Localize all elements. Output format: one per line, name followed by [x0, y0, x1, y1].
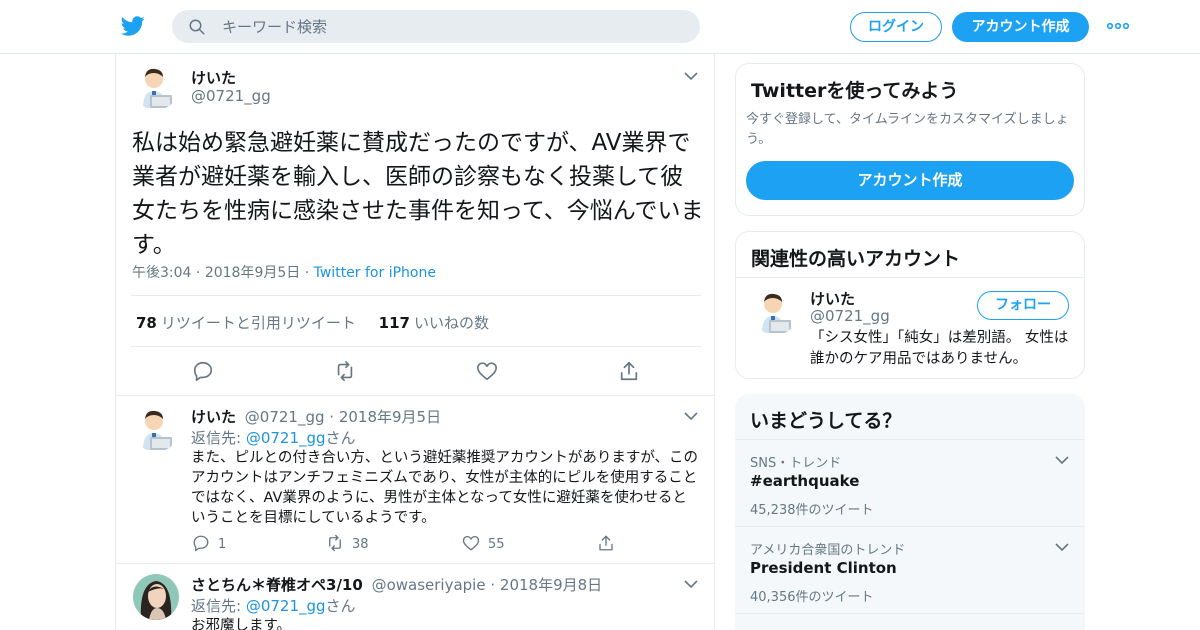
trend-tweet-count: 45,238件のツイート — [750, 503, 874, 518]
avatar[interactable] — [133, 574, 179, 620]
retweet-icon[interactable] — [334, 360, 356, 382]
reply-date[interactable]: 2018年9月8日 — [500, 576, 602, 594]
related-accounts-title: 関連性の高いアカウント — [751, 248, 961, 270]
separator: · — [304, 265, 314, 281]
signup-button[interactable]: アカウント作成 — [952, 12, 1089, 42]
retweet-count: 38 — [352, 537, 369, 552]
like-count: 117 — [378, 314, 410, 332]
share-icon — [599, 535, 613, 551]
search-bar — [172, 10, 700, 43]
reply-text: また、ピルとの付き合い方、という避妊薬推奨アカウントがありますが、このアカウント… — [191, 450, 699, 526]
signup-card-title: Twitterを使ってみよう — [751, 80, 959, 102]
reply-text: お邪魔します。 — [191, 618, 292, 630]
retweet-icon — [329, 534, 341, 552]
reply-action[interactable]: 1 — [192, 534, 226, 552]
more-options-icon[interactable] — [1106, 18, 1130, 34]
twitter-bird-icon[interactable] — [120, 14, 146, 38]
like-stat-label: いいねの数 — [413, 314, 489, 332]
tweet-time: 午後3:04 — [132, 265, 192, 281]
tweet-text: 私は始め緊急避妊薬に賛成だったのですが、AV業界で業者が避妊薬を輸入し、医師の診… — [132, 130, 704, 258]
avatar-illustration — [752, 289, 798, 335]
trend-name: #earthquake — [750, 472, 860, 490]
reply-to-line: 返信先: @0721_ggさん — [191, 427, 356, 448]
like-heart-icon[interactable] — [476, 360, 498, 382]
follow-button[interactable]: フォロー — [977, 291, 1069, 320]
search-icon — [189, 19, 205, 35]
reply-icon[interactable] — [192, 360, 214, 382]
signup-card-button[interactable]: アカウント作成 — [746, 161, 1074, 200]
tweet-meta: 午後3:04 · 2018年9月5日 · Twitter for iPhone — [132, 262, 436, 282]
divider — [116, 563, 714, 564]
trends-title: いまどうしてる？ — [750, 410, 902, 432]
trend-item[interactable]: SNS・トレンド #earthquake 45,238件のツイート — [735, 439, 1085, 526]
reply-header: さとちん＊脊椎オペ3/10 @owaseriyapie · 2018年9月8日 — [191, 574, 602, 595]
trend-tweet-count: 40,356件のツイート — [750, 590, 874, 605]
account-name[interactable]: けいた — [810, 288, 855, 309]
reply-author-handle[interactable]: @owaseriyapie — [372, 576, 486, 594]
like-action[interactable]: 55 — [462, 534, 505, 552]
divider — [131, 295, 701, 296]
chevron-down-icon[interactable] — [1055, 455, 1069, 465]
divider — [736, 277, 1084, 278]
divider — [131, 346, 701, 347]
reply-author-name[interactable]: けいた — [191, 408, 236, 426]
separator: · — [490, 576, 500, 594]
chevron-down-icon[interactable] — [684, 579, 698, 589]
account-handle[interactable]: @0721_gg — [810, 307, 890, 325]
account-bio: 「シス女性」「純女」は差別語。 女性は誰かのケア用品ではありません。 — [810, 330, 1069, 367]
reply-to-prefix: 返信先: — [191, 429, 246, 447]
avatar-illustration — [133, 574, 179, 620]
like-count: 55 — [488, 537, 505, 552]
reply-to-handle[interactable]: @0721_gg — [246, 429, 326, 447]
related-accounts-card: 関連性の高いアカウント けいた @0721_gg フォロー 「シス女性」「純女」… — [735, 231, 1085, 379]
divider — [116, 395, 714, 396]
signup-card: Twitterを使ってみよう 今すぐ登録して、タイムラインをカスタマイズしましょ… — [735, 63, 1085, 216]
signup-card-description: 今すぐ登録して、タイムラインをカスタマイズしましょう。 — [746, 112, 1069, 147]
top-bar: ログイン アカウント作成 — [0, 0, 1200, 54]
tweet-date: 2018年9月5日 — [204, 265, 301, 281]
trend-item[interactable]: アメリカ合衆国のトレンド President Clinton 40,356件のツ… — [735, 526, 1085, 613]
like-heart-icon — [462, 535, 480, 551]
login-button[interactable]: ログイン — [850, 12, 942, 42]
share-action[interactable] — [597, 534, 623, 552]
search-input[interactable] — [222, 10, 682, 43]
reply-header: けいた @0721_gg · 2018年9月5日 — [191, 406, 441, 427]
avatar-illustration — [133, 406, 179, 452]
reply-icon — [193, 535, 209, 552]
main-timeline: けいた @0721_gg 私は始め緊急避妊薬に賛成だったのですが、AV業界で業者… — [115, 54, 715, 630]
retweet-stat-label: リツイートと引用リツイート — [160, 314, 356, 332]
tweet-author-name[interactable]: けいた — [191, 67, 236, 88]
avatar[interactable] — [133, 406, 179, 452]
tweet-author-handle[interactable]: @0721_gg — [191, 87, 271, 105]
chevron-down-icon[interactable] — [684, 71, 698, 81]
trend-context: SNS・トレンド — [750, 456, 842, 471]
chevron-down-icon[interactable] — [684, 411, 698, 421]
reply-to-line: 返信先: @0721_ggさん — [191, 595, 356, 616]
reply-to-suffix: さん — [325, 429, 356, 447]
separator: · — [329, 408, 339, 426]
share-icon[interactable] — [618, 360, 640, 382]
tweet-stats: 78 リツイートと引用リツイート 117 いいねの数 — [136, 312, 489, 333]
reply-to-handle[interactable]: @0721_gg — [246, 597, 326, 615]
reply-to-prefix: 返信先: — [191, 597, 246, 615]
retweet-action[interactable]: 38 — [326, 534, 369, 552]
retweet-stat[interactable]: 78 リツイートと引用リツイート — [136, 314, 356, 332]
avatar[interactable] — [752, 289, 798, 335]
reply-author-name[interactable]: さとちん＊脊椎オペ3/10 — [191, 576, 363, 594]
reply-date[interactable]: 2018年9月5日 — [339, 408, 441, 426]
reply-to-suffix: さん — [325, 597, 356, 615]
trends-card: いまどうしてる？ SNS・トレンド #earthquake 45,238件のツイ… — [735, 394, 1085, 630]
divider — [735, 613, 1085, 614]
chevron-down-icon[interactable] — [1055, 542, 1069, 552]
reply-author-handle[interactable]: @0721_gg — [245, 408, 325, 426]
reply-count: 1 — [218, 537, 227, 552]
separator: · — [195, 265, 205, 281]
retweet-count: 78 — [136, 314, 157, 332]
trend-context: アメリカ合衆国のトレンド — [750, 543, 906, 558]
avatar[interactable] — [133, 64, 179, 110]
trend-name: President Clinton — [750, 559, 897, 577]
tweet-source-link[interactable]: Twitter for iPhone — [314, 265, 436, 281]
avatar-illustration — [133, 64, 179, 110]
like-stat[interactable]: 117 いいねの数 — [379, 314, 489, 332]
